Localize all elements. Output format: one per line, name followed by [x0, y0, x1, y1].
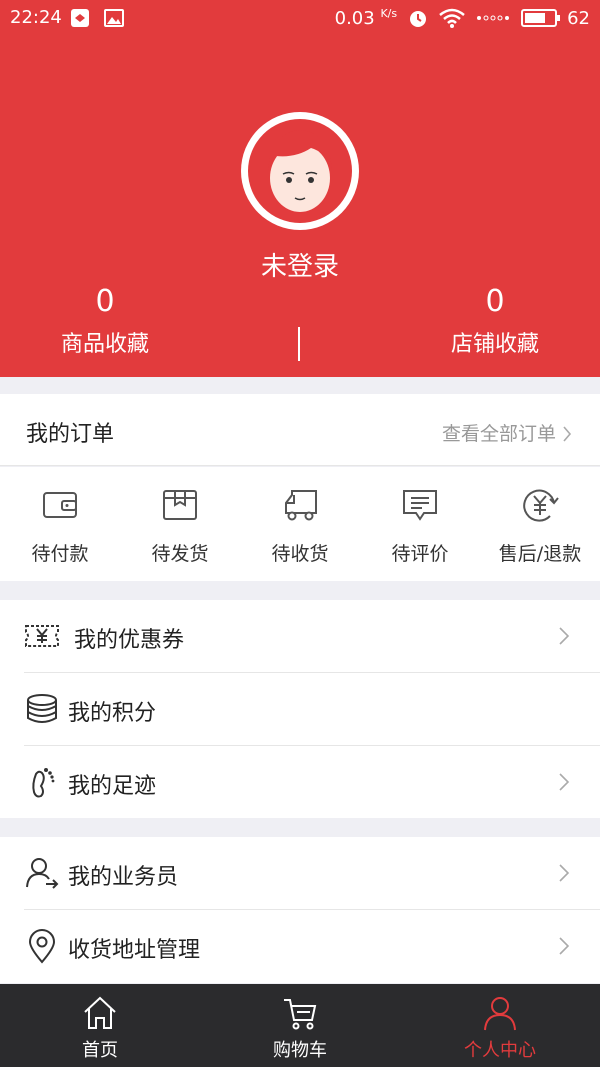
- battery-icon: [521, 9, 561, 27]
- view-all-orders-link[interactable]: 查看全部订单: [442, 419, 572, 446]
- avatar-face-icon: [248, 119, 352, 223]
- goods-fav-label: 商品收藏: [60, 332, 149, 357]
- chevron-right-icon: [563, 426, 572, 442]
- tab-cart[interactable]: 购物车: [200, 984, 400, 1067]
- menu-item-points[interactable]: 我的积分: [24, 673, 600, 746]
- order-pending-payment[interactable]: 待付款: [0, 467, 120, 581]
- menu-item-footprints[interactable]: 我的足迹: [24, 746, 600, 819]
- image-notification-icon: [104, 9, 124, 27]
- shop-fav-count: 0: [485, 284, 505, 319]
- chevron-right-icon: [559, 773, 570, 791]
- orders-title: 我的订单: [26, 422, 115, 447]
- footprint-icon: [32, 768, 55, 798]
- shop-favorites[interactable]: 0 店铺收藏: [395, 284, 595, 358]
- orders-header: 我的订单 查看全部订单: [0, 394, 600, 466]
- box-icon: [163, 490, 197, 520]
- truck-icon: [285, 490, 317, 521]
- profile-header: 22:24 0.03 K/s 62 未登录 0 商品收藏 0 店铺收藏: [0, 0, 600, 377]
- coupon-icon: [25, 625, 59, 647]
- order-after-sales[interactable]: 售后/退款: [480, 467, 600, 581]
- order-pending-receipt[interactable]: 待收货: [240, 467, 360, 581]
- divider: [298, 327, 300, 361]
- notification-app-icon: [71, 9, 89, 27]
- chevron-right-icon: [559, 937, 570, 955]
- menu-group-2: 我的业务员 收货地址管理: [0, 837, 600, 983]
- menu-group-1: 我的优惠券 我的积分 我的足迹: [0, 600, 600, 818]
- network-speed: 0.03 K/s: [334, 7, 398, 29]
- person-icon: [484, 997, 516, 1031]
- order-pending-review[interactable]: 待评价: [360, 467, 480, 581]
- status-bar: 22:24 0.03 K/s 62: [0, 0, 600, 36]
- goods-fav-count: 0: [95, 284, 115, 319]
- login-status[interactable]: 未登录: [0, 246, 600, 283]
- battery-level: 62: [567, 7, 590, 29]
- chevron-right-icon: [559, 627, 570, 645]
- salesperson-icon: [26, 858, 59, 889]
- signal-icon: [477, 15, 510, 21]
- shop-fav-label: 店铺收藏: [450, 332, 539, 357]
- coins-icon: [27, 694, 57, 723]
- bottom-tab-bar: 首页 购物车 个人中心: [0, 984, 600, 1067]
- refund-icon: [523, 489, 559, 522]
- home-icon: [84, 996, 116, 1029]
- menu-item-salesperson[interactable]: 我的业务员: [24, 837, 600, 910]
- comment-icon: [403, 490, 437, 521]
- wallet-icon: [43, 492, 77, 518]
- menu-item-coupons[interactable]: 我的优惠券: [24, 600, 600, 673]
- menu-item-address[interactable]: 收货地址管理: [24, 910, 600, 983]
- wifi-icon: [439, 8, 465, 28]
- tab-home[interactable]: 首页: [0, 984, 200, 1067]
- location-icon: [28, 929, 56, 964]
- order-status-bar: 待付款 待发货 待收货 待评价 售后/退款: [0, 467, 600, 581]
- alarm-icon: [410, 11, 427, 27]
- order-pending-shipment[interactable]: 待发货: [120, 467, 240, 581]
- status-time: 22:24: [10, 7, 62, 28]
- chevron-right-icon: [559, 864, 570, 882]
- avatar[interactable]: [241, 112, 359, 230]
- cart-icon: [284, 999, 317, 1030]
- goods-favorites[interactable]: 0 商品收藏: [5, 284, 205, 358]
- tab-profile[interactable]: 个人中心: [400, 984, 600, 1067]
